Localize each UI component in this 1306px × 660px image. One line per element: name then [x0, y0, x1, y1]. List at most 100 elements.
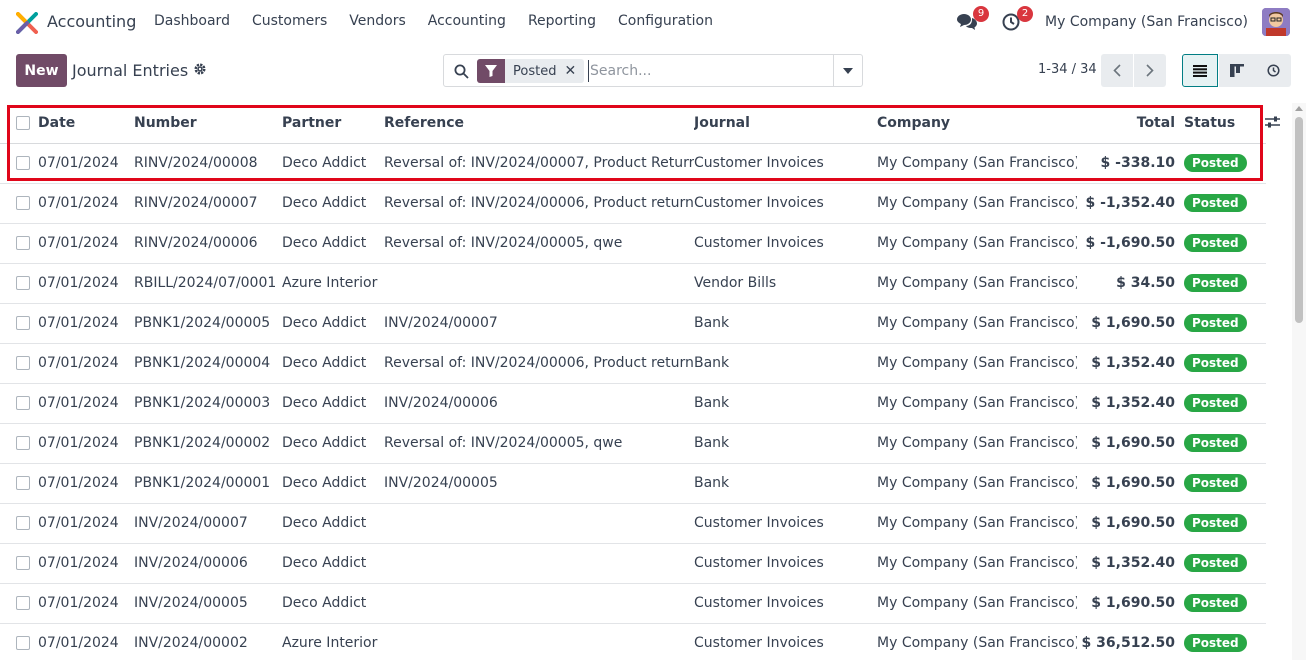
- row-date[interactable]: 07/01/2024: [38, 503, 134, 544]
- row-checkbox[interactable]: [16, 236, 30, 250]
- row-number[interactable]: INV/2024/00006: [134, 543, 282, 584]
- avatar[interactable]: [1262, 8, 1290, 36]
- row-checkbox[interactable]: [16, 596, 30, 610]
- row-company[interactable]: My Company (San Francisco): [877, 343, 1077, 384]
- row-date[interactable]: 07/01/2024: [38, 383, 134, 424]
- row-partner[interactable]: Deco Addict: [282, 503, 384, 544]
- row-journal[interactable]: Customer Invoices: [694, 223, 877, 264]
- table-row[interactable]: 07/01/2024 PBNK1/2024/00005 Deco Addict INV…: [0, 303, 1266, 344]
- table-row[interactable]: 07/01/2024 RBILL/2024/07/0001 Azure Interi…: [0, 263, 1266, 304]
- row-date[interactable]: 07/01/2024: [38, 543, 134, 584]
- menu-customers[interactable]: Customers: [241, 13, 338, 29]
- odoo-logo[interactable]: [16, 12, 38, 34]
- row-checkbox[interactable]: [16, 316, 30, 330]
- row-reference[interactable]: Reversal of: INV/2024/00006, Product ret…: [384, 343, 694, 384]
- row-number[interactable]: INV/2024/00005: [134, 583, 282, 624]
- scroll-up-arrow[interactable]: [1295, 106, 1303, 111]
- row-checkbox[interactable]: [16, 396, 30, 410]
- row-reference[interactable]: [384, 623, 694, 660]
- row-partner[interactable]: Deco Addict: [282, 583, 384, 624]
- row-journal[interactable]: Bank: [694, 303, 877, 344]
- row-partner[interactable]: Deco Addict: [282, 303, 384, 344]
- row-number[interactable]: PBNK1/2024/00004: [134, 343, 282, 384]
- row-checkbox[interactable]: [16, 436, 30, 450]
- sliders-icon[interactable]: [1265, 115, 1280, 129]
- row-company[interactable]: My Company (San Francisco): [877, 143, 1077, 184]
- table-row[interactable]: 07/01/2024 PBNK1/2024/00002 Deco Addict Rev…: [0, 423, 1266, 464]
- menu-accounting[interactable]: Accounting: [417, 13, 517, 29]
- row-number[interactable]: INV/2024/00007: [134, 503, 282, 544]
- row-checkbox[interactable]: [16, 156, 30, 170]
- row-number[interactable]: PBNK1/2024/00005: [134, 303, 282, 344]
- activity-view-button[interactable]: [1255, 54, 1291, 87]
- row-checkbox[interactable]: [16, 636, 30, 650]
- row-date[interactable]: 07/01/2024: [38, 263, 134, 304]
- row-reference[interactable]: [384, 583, 694, 624]
- activities-button[interactable]: 2: [997, 6, 1034, 36]
- row-company[interactable]: My Company (San Francisco): [877, 463, 1077, 504]
- row-checkbox[interactable]: [16, 276, 30, 290]
- messages-button[interactable]: 9: [953, 6, 990, 36]
- row-date[interactable]: 07/01/2024: [38, 223, 134, 264]
- row-journal[interactable]: Customer Invoices: [694, 623, 877, 660]
- row-reference[interactable]: [384, 543, 694, 584]
- row-number[interactable]: RBILL/2024/07/0001: [134, 263, 282, 304]
- row-reference[interactable]: [384, 503, 694, 544]
- table-row[interactable]: 07/01/2024 PBNK1/2024/00001 Deco Addict INV…: [0, 463, 1266, 504]
- row-total[interactable]: $ 1,690.50: [1077, 303, 1175, 344]
- row-checkbox[interactable]: [16, 196, 30, 210]
- vertical-scrollbar[interactable]: [1292, 103, 1306, 660]
- column-journal[interactable]: Journal: [694, 103, 877, 144]
- row-number[interactable]: PBNK1/2024/00002: [134, 423, 282, 464]
- row-date[interactable]: 07/01/2024: [38, 183, 134, 224]
- kanban-view-button[interactable]: [1219, 54, 1255, 87]
- row-partner[interactable]: Deco Addict: [282, 143, 384, 184]
- table-row[interactable]: 07/01/2024 PBNK1/2024/00004 Deco Addict Rev…: [0, 343, 1266, 384]
- table-row[interactable]: 07/01/2024 INV/2024/00005 Deco Addict Custo…: [0, 583, 1266, 624]
- row-partner[interactable]: Deco Addict: [282, 183, 384, 224]
- row-date[interactable]: 07/01/2024: [38, 423, 134, 464]
- row-journal[interactable]: Customer Invoices: [694, 583, 877, 624]
- search-input[interactable]: [588, 60, 828, 82]
- row-company[interactable]: My Company (San Francisco): [877, 423, 1077, 464]
- table-row[interactable]: 07/01/2024 INV/2024/00006 Deco Addict Custo…: [0, 543, 1266, 584]
- row-date[interactable]: 07/01/2024: [38, 623, 134, 660]
- row-total[interactable]: $ 1,352.40: [1077, 343, 1175, 384]
- column-reference[interactable]: Reference: [384, 103, 694, 144]
- row-journal[interactable]: Vendor Bills: [694, 263, 877, 304]
- column-date[interactable]: Date: [38, 103, 134, 144]
- row-partner[interactable]: Azure Interior: [282, 623, 384, 660]
- row-company[interactable]: My Company (San Francisco): [877, 623, 1077, 660]
- row-partner[interactable]: Deco Addict: [282, 543, 384, 584]
- table-row[interactable]: 07/01/2024 INV/2024/00007 Deco Addict Custo…: [0, 503, 1266, 544]
- list-view-button[interactable]: [1182, 54, 1218, 87]
- row-journal[interactable]: Bank: [694, 343, 877, 384]
- search-icon[interactable]: [454, 64, 469, 79]
- row-date[interactable]: 07/01/2024: [38, 143, 134, 184]
- menu-configuration[interactable]: Configuration: [607, 13, 724, 29]
- row-journal[interactable]: Customer Invoices: [694, 503, 877, 544]
- row-journal[interactable]: Customer Invoices: [694, 183, 877, 224]
- row-partner[interactable]: Deco Addict: [282, 423, 384, 464]
- row-total[interactable]: $ 1,690.50: [1077, 583, 1175, 624]
- row-partner[interactable]: Deco Addict: [282, 223, 384, 264]
- row-checkbox[interactable]: [16, 556, 30, 570]
- table-row[interactable]: 07/01/2024 PBNK1/2024/00003 Deco Addict INV…: [0, 383, 1266, 424]
- row-company[interactable]: My Company (San Francisco): [877, 303, 1077, 344]
- row-date[interactable]: 07/01/2024: [38, 303, 134, 344]
- scroll-thumb[interactable]: [1295, 117, 1303, 323]
- row-date[interactable]: 07/01/2024: [38, 583, 134, 624]
- row-number[interactable]: RINV/2024/00006: [134, 223, 282, 264]
- menu-vendors[interactable]: Vendors: [338, 13, 416, 29]
- row-company[interactable]: My Company (San Francisco): [877, 583, 1077, 624]
- row-number[interactable]: PBNK1/2024/00001: [134, 463, 282, 504]
- row-number[interactable]: RINV/2024/00008: [134, 143, 282, 184]
- row-company[interactable]: My Company (San Francisco): [877, 543, 1077, 584]
- row-number[interactable]: PBNK1/2024/00003: [134, 383, 282, 424]
- row-company[interactable]: My Company (San Francisco): [877, 263, 1077, 304]
- select-all-checkbox[interactable]: [16, 115, 30, 130]
- row-journal[interactable]: Bank: [694, 423, 877, 464]
- table-row[interactable]: 07/01/2024 INV/2024/00002 Azure Interior Cu…: [0, 623, 1266, 660]
- row-total[interactable]: $ 1,690.50: [1077, 423, 1175, 464]
- company-switcher[interactable]: My Company (San Francisco): [1045, 14, 1248, 30]
